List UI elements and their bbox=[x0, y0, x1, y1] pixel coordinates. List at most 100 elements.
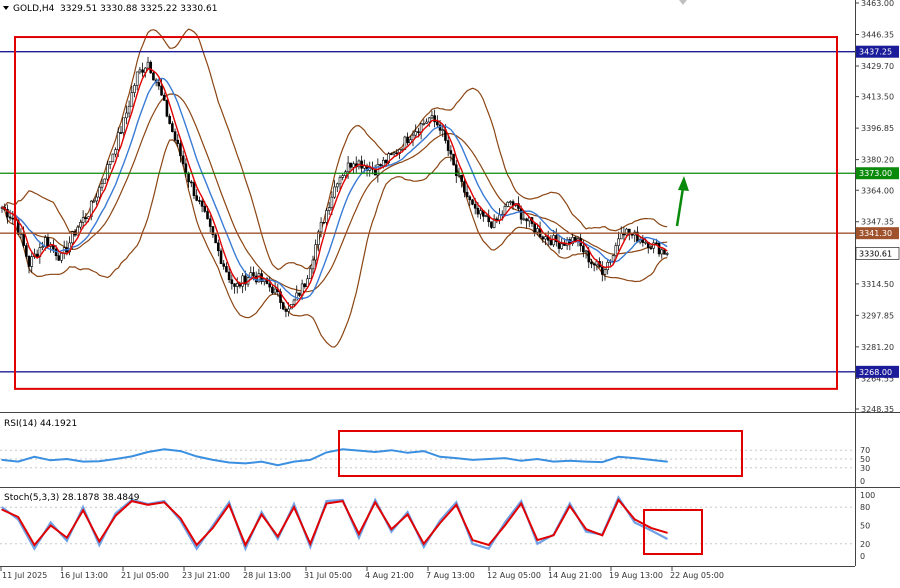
rsi-point bbox=[1, 459, 3, 461]
candle-body bbox=[463, 181, 466, 193]
candle-body bbox=[338, 177, 342, 185]
rsi-tick-label: 0 bbox=[860, 477, 865, 486]
candle-body bbox=[649, 247, 653, 250]
candle-body bbox=[460, 174, 463, 182]
stoch-signal-point bbox=[666, 532, 668, 534]
stoch-main-point bbox=[33, 547, 36, 550]
candle-body bbox=[541, 236, 545, 240]
stoch-main-point bbox=[585, 530, 587, 533]
rsi-point bbox=[325, 451, 328, 454]
candle-body bbox=[582, 245, 585, 253]
price-tick-label: 3396.85 bbox=[861, 124, 894, 133]
candle-body bbox=[436, 121, 439, 126]
rsi-point bbox=[98, 460, 101, 463]
candle-body bbox=[92, 200, 96, 203]
candle-body bbox=[230, 279, 234, 285]
candle-body bbox=[384, 159, 388, 163]
price-tick-label: 3463.00 bbox=[861, 0, 894, 8]
stoch-main-point bbox=[406, 511, 409, 513]
stoch-signal-point bbox=[114, 515, 117, 517]
candle-body bbox=[525, 218, 528, 222]
stoch-main-point bbox=[82, 506, 84, 508]
candle-body bbox=[663, 249, 666, 255]
candle-body bbox=[471, 199, 474, 205]
candle-body bbox=[333, 186, 336, 198]
candle-body bbox=[125, 112, 128, 119]
candle-body bbox=[484, 215, 488, 217]
candle-body bbox=[417, 131, 420, 133]
candle-body bbox=[57, 255, 61, 261]
candle-body bbox=[549, 239, 553, 246]
rsi-point bbox=[585, 460, 587, 463]
rsi-point bbox=[309, 459, 312, 461]
candle-body bbox=[195, 195, 198, 201]
candle-body bbox=[171, 123, 174, 132]
candle-body bbox=[495, 218, 499, 221]
candle-body bbox=[8, 216, 12, 219]
candle-body bbox=[441, 129, 445, 131]
rsi-point bbox=[471, 459, 474, 461]
stoch-signal-point bbox=[82, 509, 84, 511]
candle-body bbox=[657, 242, 661, 255]
candle-body bbox=[330, 196, 334, 208]
rsi-point bbox=[244, 462, 247, 465]
candle-body bbox=[281, 302, 285, 310]
stoch-signal-point bbox=[212, 527, 214, 529]
candle-body bbox=[168, 115, 171, 124]
price-tick-label: 3429.70 bbox=[861, 62, 894, 71]
time-tick-label: 14 Aug 21:00 bbox=[548, 571, 602, 580]
stoch-main-point bbox=[488, 547, 490, 550]
stoch-signal-point bbox=[293, 506, 295, 508]
rsi-point bbox=[260, 460, 263, 463]
candle-body bbox=[152, 72, 155, 81]
candle-body bbox=[536, 228, 539, 233]
candle-body bbox=[560, 243, 564, 249]
candle-body bbox=[544, 236, 547, 240]
candle-body bbox=[406, 136, 409, 144]
candle-body bbox=[452, 153, 455, 166]
candle-body bbox=[187, 173, 190, 183]
stoch-main-point bbox=[260, 511, 263, 513]
price-tick-label: 3380.20 bbox=[861, 156, 894, 165]
candle-body bbox=[208, 218, 212, 227]
stoch-signal-point bbox=[49, 524, 52, 527]
rsi-point bbox=[17, 460, 20, 463]
candle-body bbox=[22, 233, 25, 246]
candle-body bbox=[392, 152, 396, 155]
stoch-main-point bbox=[293, 503, 295, 505]
stoch-signal-point bbox=[195, 544, 198, 546]
stoch-signal-point bbox=[617, 499, 620, 501]
time-tick-label: 23 Jul 21:00 bbox=[182, 571, 230, 580]
rsi-point bbox=[163, 448, 166, 451]
rsi-tick-label: 30 bbox=[860, 464, 870, 473]
candle-body bbox=[449, 150, 453, 155]
stoch-signal-point bbox=[66, 537, 68, 539]
candle-body bbox=[427, 117, 431, 123]
candle-body bbox=[590, 261, 593, 265]
candle-body bbox=[79, 222, 82, 228]
candle-body bbox=[181, 155, 185, 165]
candle-body bbox=[162, 94, 166, 101]
stoch-main-point bbox=[358, 537, 360, 539]
rsi-point bbox=[130, 455, 133, 458]
candle-body bbox=[341, 175, 345, 178]
stoch-main-point bbox=[244, 547, 247, 550]
candle-body bbox=[479, 210, 482, 215]
candle-body bbox=[192, 182, 196, 196]
stoch-tick-label: 100 bbox=[860, 491, 875, 500]
candle-body bbox=[76, 226, 80, 236]
candle-body bbox=[176, 139, 180, 144]
chart-canvas[interactable]: 3463.00 3446.35 3429.70 3413.50 3396.85 3380.… bbox=[0, 0, 900, 584]
stoch-main-point bbox=[536, 543, 539, 545]
price-tick-label: 3364.00 bbox=[861, 186, 894, 195]
stoch-signal-point bbox=[179, 517, 182, 519]
stoch-signal-point bbox=[504, 524, 506, 527]
candle-body bbox=[46, 237, 50, 247]
rsi-point bbox=[358, 449, 360, 452]
candle-body bbox=[41, 246, 44, 248]
candle-body bbox=[652, 242, 655, 249]
candle-body bbox=[135, 71, 139, 86]
candle-body bbox=[179, 143, 182, 157]
candle-body bbox=[473, 203, 477, 209]
stoch-main-point bbox=[666, 538, 668, 540]
